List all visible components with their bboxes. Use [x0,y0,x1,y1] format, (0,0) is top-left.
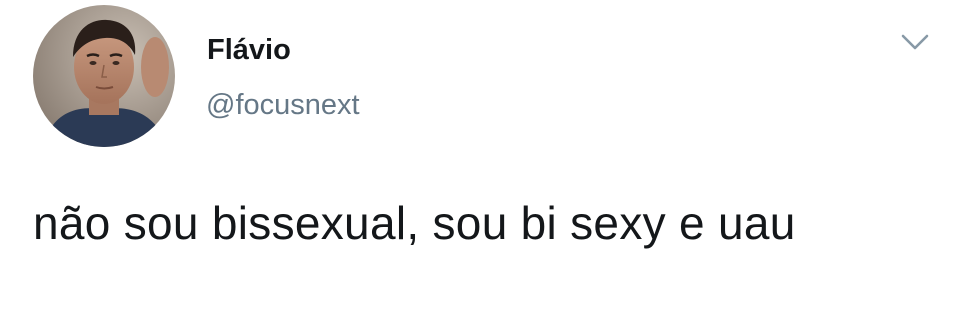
avatar-photo [33,5,175,147]
chevron-down-icon-glyph [901,34,929,50]
author-handle[interactable]: @focusnext [206,88,360,122]
tweet-card: Flávio @focusnext não sou bissexual, sou… [0,0,958,319]
avatar[interactable] [33,5,175,147]
author-display-name[interactable]: Flávio [207,33,291,67]
tweet-text: não sou bissexual, sou bi sexy e uau [33,197,796,249]
chevron-down-icon[interactable] [897,30,933,54]
